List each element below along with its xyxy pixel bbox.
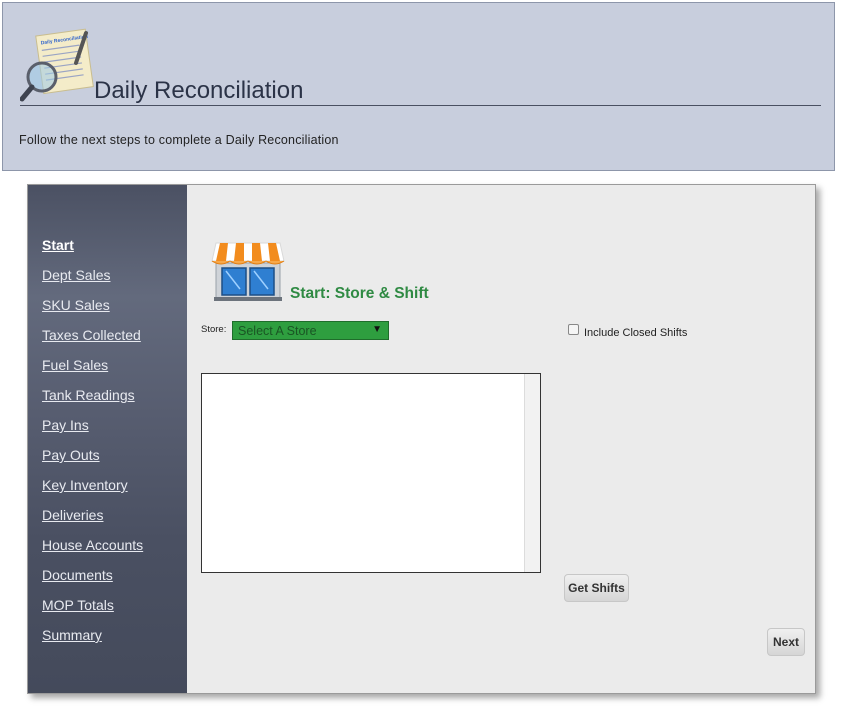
include-closed-shifts-label[interactable]: Include Closed Shifts (584, 327, 687, 339)
sidebar-item-tank-readings[interactable]: Tank Readings (42, 387, 135, 403)
caret-down-icon: ▼ (372, 324, 382, 335)
store-select[interactable]: Select A Store ▼ (232, 321, 389, 340)
sidebar-item-pay-ins[interactable]: Pay Ins (42, 417, 89, 433)
sidebar-item-taxes-collected[interactable]: Taxes Collected (42, 327, 141, 343)
sidebar-item-mop-totals[interactable]: MOP Totals (42, 597, 114, 613)
store-select-value: Select A Store (238, 324, 317, 338)
wizard-panel: Start Dept Sales SKU Sales Taxes Collect… (27, 184, 816, 694)
page-subtitle: Follow the next steps to complete a Dail… (19, 133, 339, 147)
sidebar-item-pay-outs[interactable]: Pay Outs (42, 447, 100, 463)
sidebar-item-start[interactable]: Start (42, 237, 74, 253)
sidebar-item-key-inventory[interactable]: Key Inventory (42, 477, 128, 493)
sidebar-item-house-accounts[interactable]: House Accounts (42, 537, 143, 553)
shift-list-scrollbar[interactable] (524, 374, 540, 572)
store-label: Store: (201, 324, 227, 335)
magnifier-document-icon: Daily Reconciliation (19, 25, 98, 103)
page-header: Daily Reconciliation Daily Reconciliatio… (2, 2, 835, 171)
header-divider (20, 105, 821, 106)
sidebar-item-summary[interactable]: Summary (42, 627, 102, 643)
include-closed-shifts-checkbox[interactable] (568, 324, 579, 335)
shift-list[interactable] (201, 373, 541, 573)
storefront-icon (210, 241, 286, 303)
next-button[interactable]: Next (767, 628, 805, 656)
step-content: Start: Store & Shift Store: Select A Sto… (187, 185, 815, 693)
section-title: Start: Store & Shift (290, 285, 429, 302)
sidebar-item-fuel-sales[interactable]: Fuel Sales (42, 357, 108, 373)
sidebar-item-dept-sales[interactable]: Dept Sales (42, 267, 110, 283)
sidebar-nav: Start Dept Sales SKU Sales Taxes Collect… (28, 185, 187, 693)
sidebar-item-documents[interactable]: Documents (42, 567, 113, 583)
get-shifts-button[interactable]: Get Shifts (564, 574, 629, 602)
sidebar-item-deliveries[interactable]: Deliveries (42, 507, 103, 523)
page-title: Daily Reconciliation (94, 77, 304, 104)
sidebar-item-sku-sales[interactable]: SKU Sales (42, 297, 110, 313)
